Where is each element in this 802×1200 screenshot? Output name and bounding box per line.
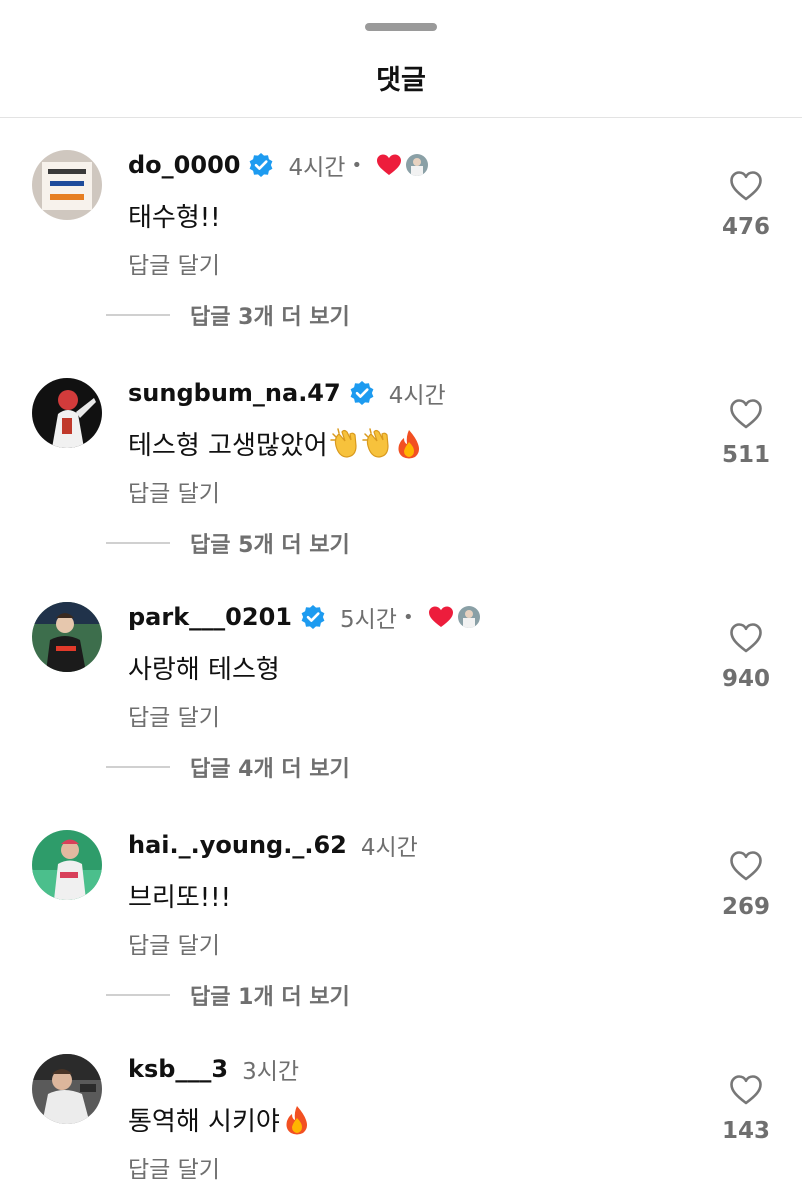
divider-line [106,994,170,996]
like-count: 476 [721,214,770,240]
timestamp: 3시간 [242,1059,300,1085]
like-count: 940 [721,666,770,692]
timestamp: 5시간 [339,607,397,633]
like-count: 511 [721,442,770,468]
like-heart-icon[interactable] [729,1074,763,1106]
reply-button[interactable]: 답글 달기 [128,474,220,508]
username[interactable]: hai._.young._.62 [128,831,347,859]
comment-text: 브리또!!! [128,883,232,913]
view-more-replies-label: 답글 4개 더 보기 [190,757,350,782]
timestamp: 4시간 [288,155,346,181]
comment-item: do_0000 4시간 • 태수형!! 답글 달기 476 답글 3개 더 보기 [0,150,802,350]
reply-button[interactable]: 답글 달기 [128,926,220,960]
comment-text: 사랑해 테스형 [128,655,280,685]
avatar[interactable] [32,602,102,672]
comment-item: hai._.young._.62 4시간 브리또!!! 답글 달기 269 답글… [0,830,802,1030]
view-more-replies-button[interactable]: 답글 5개 더 보기 [106,528,350,558]
creator-liked-heart-icon [428,605,454,629]
view-more-replies-button[interactable]: 답글 3개 더 보기 [106,300,350,330]
comment-meta: sungbum_na.47 4시간 [128,376,446,410]
fire-emoji [282,1104,312,1136]
reply-button[interactable]: 답글 달기 [128,246,220,280]
verified-badge-icon [349,380,375,406]
avatar[interactable] [32,830,102,900]
fire-emoji [394,428,424,460]
verified-badge-icon [300,604,326,630]
like-column: 940 [714,622,778,692]
like-heart-icon[interactable] [729,170,763,202]
reply-button[interactable]: 답글 달기 [128,1150,220,1184]
like-column: 511 [714,398,778,468]
avatar[interactable] [32,150,102,220]
view-more-replies-label: 답글 3개 더 보기 [190,305,350,330]
separator-dot: • [402,606,414,628]
comment-meta: do_0000 4시간 • [128,148,429,182]
comment-meta: hai._.young._.62 4시간 [128,828,418,862]
username[interactable]: do_0000 [128,151,240,179]
view-more-replies-button[interactable]: 답글 1개 더 보기 [106,980,350,1010]
comment-meta: park___0201 5시간 • [128,600,480,634]
comment-item: ksb___3 3시간 통역해 시키야 답글 달기 143 [0,1054,802,1200]
like-column: 143 [714,1074,778,1144]
creator-avatar [406,154,429,176]
like-column: 269 [714,850,778,920]
like-count: 143 [721,1118,770,1144]
drag-handle[interactable] [365,23,437,31]
view-more-replies-label: 답글 5개 더 보기 [190,533,350,558]
comment-text: 통역해 시키야 [128,1101,312,1138]
creator-avatar [457,606,480,628]
verified-badge-icon [248,152,274,178]
timestamp: 4시간 [360,835,418,861]
like-heart-icon[interactable] [729,398,763,430]
reply-button[interactable]: 답글 달기 [128,698,220,732]
avatar[interactable] [32,1054,102,1124]
separator-dot: • [351,154,363,176]
like-column: 476 [714,170,778,240]
username[interactable]: sungbum_na.47 [128,379,341,407]
comment-item: park___0201 5시간 • 사랑해 테스형 답글 달기 940 답글 4… [0,602,802,802]
header-divider [0,117,802,118]
divider-line [106,314,170,316]
view-more-replies-button[interactable]: 답글 4개 더 보기 [106,752,350,782]
like-count: 269 [721,894,770,920]
comment-meta: ksb___3 3시간 [128,1052,299,1086]
avatar[interactable] [32,378,102,448]
like-heart-icon[interactable] [729,850,763,882]
clapping-hands-emoji [361,427,392,460]
username[interactable]: park___0201 [128,603,292,631]
clapping-hands-emoji [329,427,360,460]
divider-line [106,766,170,768]
comment-item: sungbum_na.47 4시간 테스형 고생많았어 답글 달기 511 답글… [0,378,802,578]
comment-text: 태수형!! [128,203,221,233]
timestamp: 4시간 [388,383,446,409]
like-heart-icon[interactable] [729,622,763,654]
view-more-replies-label: 답글 1개 더 보기 [190,985,350,1010]
divider-line [106,542,170,544]
username[interactable]: ksb___3 [128,1055,228,1083]
sheet-title: 댓글 [376,65,426,96]
creator-liked-heart-icon [376,153,402,177]
comment-text: 테스형 고생많았어 [128,425,424,462]
